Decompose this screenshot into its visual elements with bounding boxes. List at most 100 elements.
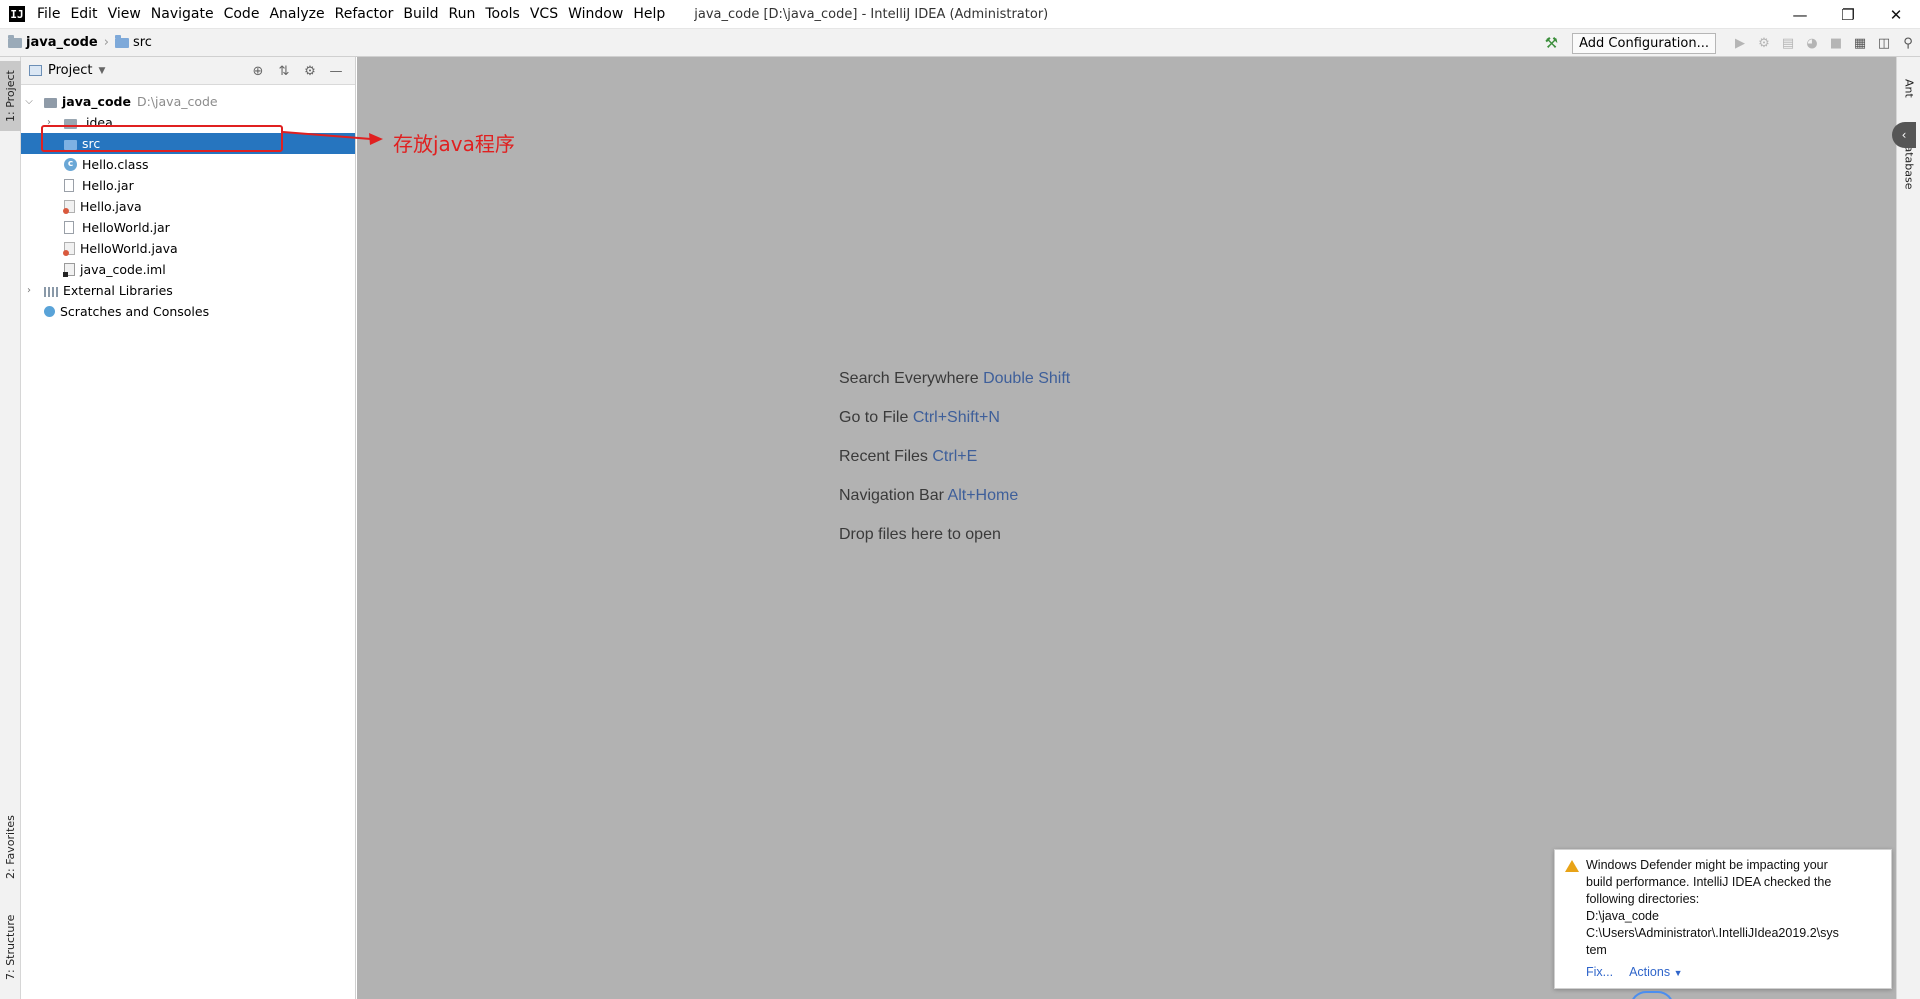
scratches-icon [44,306,55,317]
intellij-logo-icon: IJ [9,6,25,22]
main-menu: File Edit View Navigate Code Analyze Ref… [32,0,670,29]
window-title: java_code [D:\java_code] - IntelliJ IDEA… [694,6,1049,22]
menu-refactor[interactable]: Refactor [330,0,399,29]
project-panel-header: Project ▼ ⊕ ⇅ ⚙ — [21,57,355,85]
project-view-selector[interactable]: Project ▼ [29,63,105,78]
notification-line: Windows Defender might be impacting your [1586,858,1828,872]
hide-icon[interactable]: — [323,64,349,79]
editor-empty-hints: Search Everywhere Double Shift Go to Fil… [839,370,1070,565]
restore-button[interactable]: ❐ [1824,0,1872,29]
gear-icon[interactable]: ⚙ [297,64,323,79]
menu-file[interactable]: File [32,0,65,29]
hint-text: Go to File [839,409,909,426]
build-hammer-icon[interactable]: ⚒ [1545,34,1558,52]
hint-text: Recent Files [839,448,928,465]
left-tool-stripe: 1: Project 2: Favorites 7: Structure [0,57,21,999]
hint-go-to-file: Go to File Ctrl+Shift+N [839,409,1070,448]
menu-edit[interactable]: Edit [65,0,102,29]
tab-favorites[interactable]: 2: Favorites [0,807,21,887]
breadcrumb-separator-icon: › [103,35,109,50]
breadcrumb-project[interactable]: java_code [8,34,98,50]
notification-actions: Fix... Actions ▼ [1586,965,1699,979]
tree-item-label: Hello.jar [82,178,134,193]
tree-item-helloworld-java[interactable]: HelloWorld.java [21,238,355,259]
menu-view[interactable]: View [103,0,146,29]
project-folder-icon [44,97,57,108]
right-tool-stripe: Ant Database [1896,57,1920,999]
project-panel: Project ▼ ⊕ ⇅ ⚙ — ⌵ java_code D:\java_co… [21,57,356,999]
menu-vcs[interactable]: VCS [525,0,563,29]
notification-line: D:\java_code [1586,909,1659,923]
notification-line: tem [1586,943,1607,957]
tree-item-scratches[interactable]: Scratches and Consoles [21,301,355,322]
tree-item-java-code[interactable]: ⌵ java_code D:\java_code [21,91,355,112]
tab-structure[interactable]: 7: Structure [0,902,21,992]
tab-project[interactable]: 1: Project [0,61,21,131]
tree-item-label: External Libraries [63,283,173,298]
project-view-icon [29,65,42,76]
actions-label: Actions [1629,965,1671,979]
tree-item-label: HelloWorld.java [80,241,178,256]
title-bar: IJ File Edit View Navigate Code Analyze … [0,0,1920,29]
java-file-icon [63,200,75,214]
tab-ant[interactable]: Ant [1897,63,1920,113]
toolbar-right: ⚒ Add Configuration... ▶ ⚙ ▤ ◕ ■ ▦ ◫ ⚲ [1545,29,1920,57]
menu-navigate[interactable]: Navigate [146,0,219,29]
breadcrumb-src[interactable]: src [114,34,152,50]
jar-file-icon [64,179,74,192]
sdk-icon[interactable]: ◫ [1872,29,1896,57]
coverage-icon[interactable]: ▤ [1776,29,1800,57]
menu-analyze[interactable]: Analyze [264,0,329,29]
notification-body: Windows Defender might be impacting your… [1586,857,1882,959]
debug-icon[interactable]: ⚙ [1752,29,1776,57]
window-controls: — ❐ ✕ [1776,0,1920,29]
breadcrumb-project-label: java_code [26,35,98,50]
tree-item-path-hint: D:\java_code [136,94,218,109]
search-everywhere-icon[interactable]: ⚲ [1896,29,1920,57]
minimize-button[interactable]: — [1776,0,1824,29]
actions-dropdown[interactable]: Actions ▼ [1629,965,1682,979]
hint-text: Drop files here to open [839,526,1001,543]
annotation-label: 存放java程序 [393,132,515,156]
tree-item-hello-class[interactable]: c Hello.class [21,154,355,175]
tree-item-label: Hello.java [80,199,142,214]
menu-help[interactable]: Help [628,0,670,29]
tree-item-label: java_code.iml [80,262,166,277]
chevron-right-icon[interactable]: › [24,285,34,296]
menu-window[interactable]: Window [563,0,628,29]
locate-icon[interactable]: ⊕ [245,64,271,79]
stop-icon[interactable]: ■ [1824,29,1848,57]
tree-item-java-code-iml[interactable]: java_code.iml [21,259,355,280]
java-file-icon [63,242,75,256]
chevron-down-icon: ▼ [98,65,106,76]
menu-tools[interactable]: Tools [480,0,525,29]
hint-shortcut: Double Shift [983,370,1071,387]
menu-code[interactable]: Code [219,0,265,29]
chevron-down-icon[interactable]: ⌵ [24,96,34,107]
hint-text: Navigation Bar [839,487,944,504]
class-file-icon: c [64,158,77,171]
jar-file-icon [64,221,74,234]
chevron-left-icon[interactable]: ‹ [1892,122,1916,148]
add-configuration-button[interactable]: Add Configuration... [1572,32,1716,54]
profile-icon[interactable]: ◕ [1800,29,1824,57]
close-button[interactable]: ✕ [1872,0,1920,29]
tree-item-hello-java[interactable]: Hello.java [21,196,355,217]
warning-icon [1565,860,1579,872]
run-icon[interactable]: ▶ [1728,29,1752,57]
hint-navigation-bar: Navigation Bar Alt+Home [839,487,1070,526]
tree-item-label: Hello.class [82,157,149,172]
fix-link[interactable]: Fix... [1586,965,1613,979]
menu-build[interactable]: Build [398,0,443,29]
collapse-all-icon[interactable]: ⇅ [271,64,297,79]
menu-run[interactable]: Run [444,0,481,29]
project-structure-icon[interactable]: ▦ [1848,29,1872,57]
notification-line: following directories: [1586,892,1700,906]
hint-search-everywhere: Search Everywhere Double Shift [839,370,1070,409]
tree-item-external-libraries[interactable]: › External Libraries [21,280,355,301]
tree-item-hello-jar[interactable]: Hello.jar [21,175,355,196]
tree-item-label: Scratches and Consoles [60,304,210,319]
hint-drop-files: Drop files here to open [839,526,1070,565]
tree-item-helloworld-jar[interactable]: HelloWorld.jar [21,217,355,238]
notification-line: C:\Users\Administrator\.IntelliJIdea2019… [1586,926,1839,940]
